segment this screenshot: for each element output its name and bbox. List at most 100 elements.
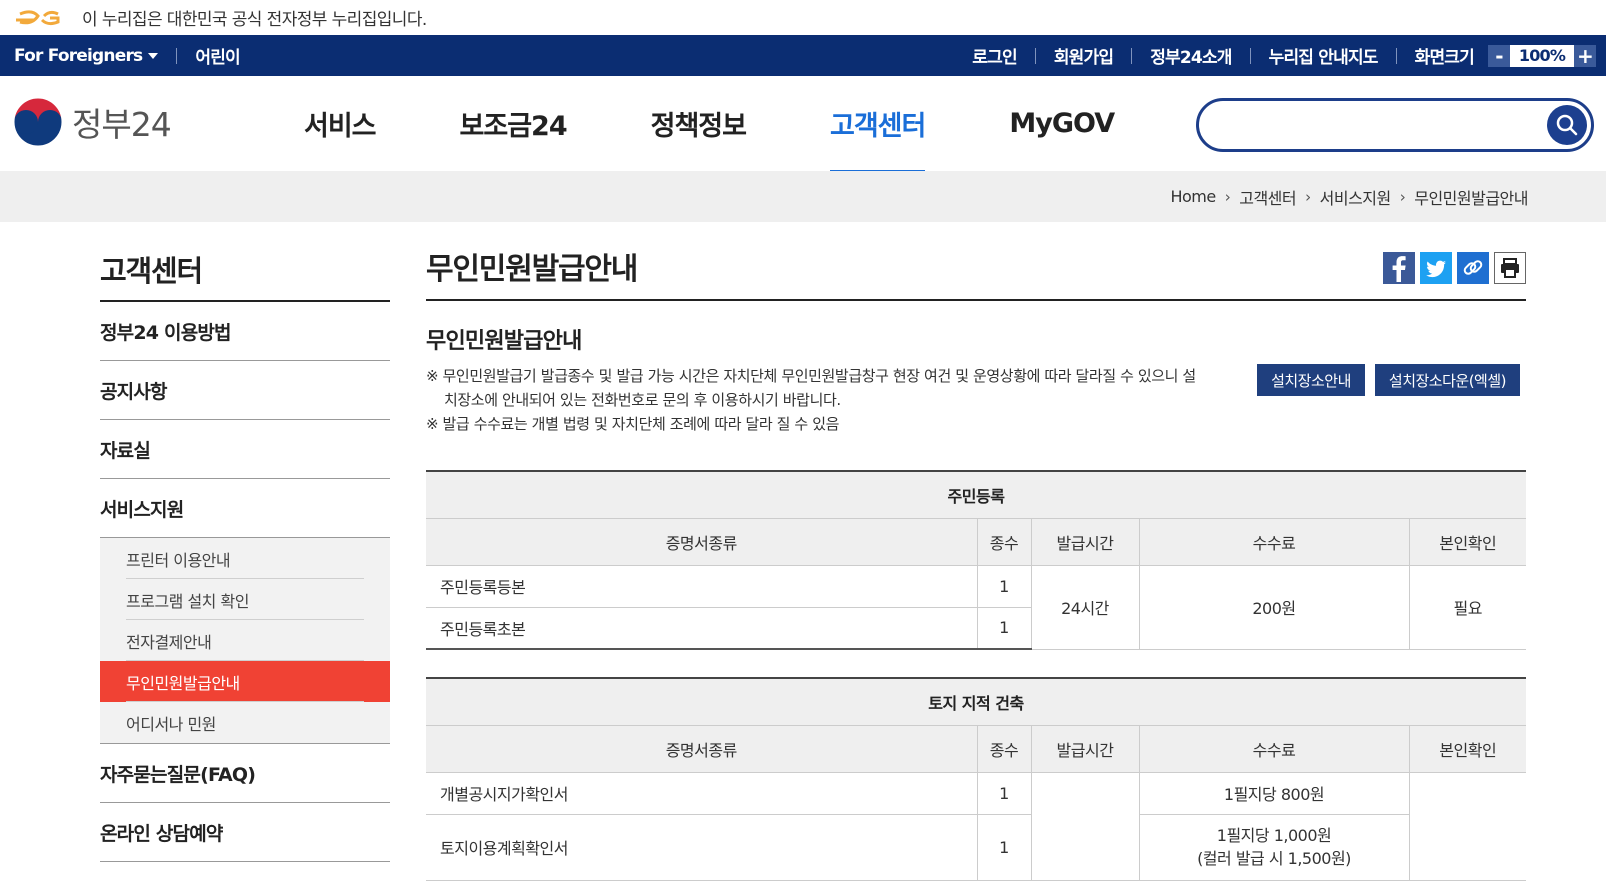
side-item-service-support[interactable]: 서비스지원 bbox=[100, 479, 390, 538]
table-caption: 주민등록 bbox=[426, 471, 1526, 519]
print-button[interactable] bbox=[1494, 252, 1526, 284]
sitemap-link[interactable]: 누리집 안내지도 bbox=[1269, 43, 1379, 68]
about-link[interactable]: 정부24소개 bbox=[1150, 43, 1232, 68]
breadcrumb-customer-center[interactable]: 고객센터 bbox=[1239, 185, 1296, 209]
search-box bbox=[1196, 98, 1594, 152]
column-header: 수수료 bbox=[1138, 725, 1409, 773]
column-header: 발급시간 bbox=[1030, 518, 1139, 566]
chevron-right-icon: › bbox=[1399, 187, 1406, 206]
search-input[interactable] bbox=[1219, 109, 1519, 141]
fee-note: (컬러 발급 시 1,500원) bbox=[1197, 849, 1351, 868]
link-icon bbox=[1463, 260, 1483, 275]
egov-logo-icon bbox=[16, 9, 60, 25]
gov24-logo[interactable]: 정부24 bbox=[12, 96, 172, 148]
divider bbox=[1131, 47, 1133, 64]
certificate-name: 주민등록등본 bbox=[426, 565, 977, 608]
column-header: 수수료 bbox=[1138, 518, 1409, 566]
notice-text: 이 누리집은 대한민국 공식 전자정부 누리집입니다. bbox=[82, 10, 427, 30]
side-item-faq[interactable]: 자주묻는질문(FAQ) bbox=[100, 744, 390, 803]
zoom-in-button[interactable]: + bbox=[1574, 44, 1596, 67]
for-foreigners-dropdown[interactable]: For Foreigners bbox=[14, 45, 159, 66]
breadcrumb-home[interactable]: Home bbox=[1170, 187, 1216, 206]
certificate-name: 주민등록초본 bbox=[426, 607, 977, 650]
zoom-value: 100% bbox=[1510, 44, 1574, 67]
facebook-icon bbox=[1392, 256, 1406, 282]
menu-customer-center[interactable]: 고객센터 bbox=[830, 76, 926, 174]
issue-fee: 1필지당 800원 bbox=[1138, 772, 1409, 815]
sub-item-printer-guide[interactable]: 프린터 이용안내 bbox=[100, 538, 390, 579]
issue-time bbox=[1030, 772, 1139, 881]
side-item-notices[interactable]: 공지사항 bbox=[100, 361, 390, 420]
column-header: 종수 bbox=[976, 725, 1031, 773]
kids-link[interactable]: 어린이 bbox=[195, 43, 240, 68]
facebook-share-button[interactable] bbox=[1383, 252, 1415, 284]
breadcrumb: Home › 고객센터 › 서비스지원 › 무인민원발급안내 bbox=[1170, 171, 1528, 222]
menu-policy-info[interactable]: 정책정보 bbox=[651, 76, 747, 171]
certificate-count: 1 bbox=[976, 814, 1031, 881]
side-item-archive[interactable]: 자료실 bbox=[100, 420, 390, 479]
certificate-count: 1 bbox=[976, 565, 1031, 608]
main-menu: 서비스 보조금24 정책정보 고객센터 MyGOV bbox=[290, 76, 1115, 174]
sub-item-kiosk-guide[interactable]: 무인민원발급안내 bbox=[100, 661, 390, 702]
divider bbox=[176, 47, 178, 64]
sub-item-program-install[interactable]: 프로그램 설치 확인 bbox=[100, 579, 390, 620]
main-header: 정부24 서비스 보조금24 정책정보 고객센터 MyGOV bbox=[0, 76, 1606, 174]
utility-bar: For Foreigners 어린이 로그인 회원가입 정부24소개 누리집 안… bbox=[0, 35, 1606, 76]
divider bbox=[1395, 47, 1397, 64]
menu-mygov[interactable]: MyGOV bbox=[1009, 76, 1115, 171]
breadcrumb-band: Home › 고객센터 › 서비스지원 › 무인민원발급안내 bbox=[0, 171, 1606, 222]
section-title: 무인민원발급안내 bbox=[426, 329, 582, 354]
issue-time: 24시간 bbox=[1030, 565, 1139, 650]
breadcrumb-service-support[interactable]: 서비스지원 bbox=[1320, 185, 1392, 209]
chevron-right-icon: › bbox=[1305, 187, 1311, 206]
copy-link-button[interactable] bbox=[1457, 252, 1489, 284]
certificate-name: 개별공시지가확인서 bbox=[426, 772, 977, 815]
logo-text: 정부24 bbox=[72, 105, 172, 144]
zoom-label: 화면크기 bbox=[1414, 48, 1475, 68]
identity-check: 필요 bbox=[1408, 565, 1526, 650]
location-guide-button[interactable]: 설치장소안내 bbox=[1257, 364, 1365, 396]
column-header: 발급시간 bbox=[1030, 725, 1139, 773]
issue-fee: 1필지당 1,000원 (컬러 발급 시 1,500원) bbox=[1138, 814, 1409, 881]
sub-item-payment-guide[interactable]: 전자결제안내 bbox=[100, 620, 390, 661]
search-button[interactable] bbox=[1547, 105, 1587, 145]
sub-item-anywhere-civil[interactable]: 어디서나 민원 bbox=[100, 702, 390, 743]
share-tools bbox=[1383, 252, 1526, 284]
menu-subsidy24[interactable]: 보조금24 bbox=[460, 76, 568, 171]
side-item-consult-reservation[interactable]: 온라인 상담예약 bbox=[100, 803, 390, 862]
government-notice-bar: 이 누리집은 대한민국 공식 전자정부 누리집입니다. bbox=[0, 0, 1606, 35]
certificate-name: 토지이용계획확인서 bbox=[426, 814, 977, 881]
taegeuk-logo-icon bbox=[13, 97, 63, 147]
note-line: ※ 무인민원발급기 발급종수 및 발급 가능 시간은 자치단체 무인민원발급창구… bbox=[426, 367, 1196, 409]
table-row: 개별공시지가확인서 1 1필지당 800원 bbox=[426, 772, 1526, 881]
column-header: 본인확인 bbox=[1408, 518, 1526, 566]
location-buttons: 설치장소안내 설치장소다운(엑셀) bbox=[1257, 364, 1520, 396]
login-link[interactable]: 로그인 bbox=[972, 43, 1017, 68]
fee-value: 1필지당 1,000원 bbox=[1216, 826, 1332, 845]
side-nav-title: 고객센터 bbox=[100, 222, 390, 302]
main-content: 무인민원발급안내 무인민원발급안내 ※ 무인민원발급기 발급종수 및 발급 가능… bbox=[426, 222, 1526, 881]
for-foreigners-label: For Foreigners bbox=[14, 45, 143, 66]
location-excel-download-button[interactable]: 설치장소다운(엑셀) bbox=[1374, 364, 1520, 396]
zoom-out-button[interactable]: - bbox=[1488, 44, 1510, 67]
side-item-usage-guide[interactable]: 정부24 이용방법 bbox=[100, 302, 390, 361]
chevron-right-icon: › bbox=[1224, 187, 1231, 206]
menu-service[interactable]: 서비스 bbox=[304, 76, 377, 171]
divider bbox=[1034, 47, 1036, 64]
page-title: 무인민원발급안내 bbox=[426, 222, 1526, 301]
certificate-count: 1 bbox=[976, 607, 1031, 650]
twitter-share-button[interactable] bbox=[1420, 252, 1452, 284]
zoom-control: - 100% + bbox=[1488, 44, 1596, 67]
signup-link[interactable]: 회원가입 bbox=[1054, 43, 1114, 68]
side-navigation: 고객센터 정부24 이용방법 공지사항 자료실 서비스지원 프린터 이용안내 프… bbox=[100, 222, 390, 862]
table-caption: 토지 지적 건축 bbox=[426, 678, 1526, 726]
search-icon bbox=[1556, 114, 1578, 136]
caret-down-icon bbox=[148, 52, 159, 59]
notice-notes: ※ 무인민원발급기 발급종수 및 발급 가능 시간은 자치단체 무인민원발급창구… bbox=[426, 364, 1196, 436]
column-header: 증명서종류 bbox=[426, 725, 977, 773]
twitter-icon bbox=[1426, 260, 1446, 278]
identity-check bbox=[1408, 772, 1526, 881]
land-building-table: 토지 지적 건축 증명서종류 종수 발급시간 수수료 본인확인 개별공시지가확인… bbox=[426, 677, 1526, 881]
table-row: 주민등록등본 1 24시간 200원 필요 bbox=[426, 565, 1526, 650]
breadcrumb-current: 무인민원발급안내 bbox=[1414, 188, 1528, 208]
